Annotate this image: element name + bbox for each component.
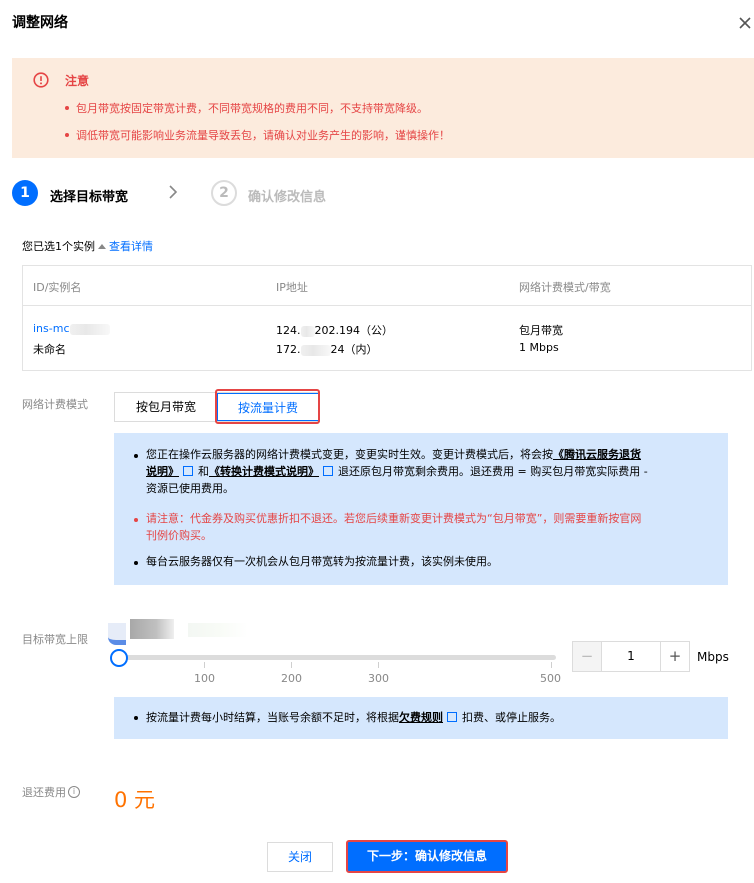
instance-table: ID/实例名 IP地址 网络计费模式/带宽 ins-mc 未命名 124. 202… bbox=[22, 265, 752, 371]
bandwidth-unit: Mbps bbox=[697, 650, 729, 664]
bandwidth-stepper: − 1 + bbox=[572, 641, 690, 672]
billing-mode-label: 网络计费模式 bbox=[22, 398, 88, 411]
column-header-id: ID/实例名 bbox=[33, 281, 82, 294]
decrement-button[interactable]: − bbox=[573, 642, 602, 671]
info-warning-line: 请注意：代金券及购买优惠折扣不退还。若您后续重新变更计费模式为“包月带宽”，则需… bbox=[146, 512, 642, 525]
refund-policy-link[interactable]: 《腾讯云服务退货 bbox=[553, 448, 641, 461]
notice-item: 调低带宽可能影响业务流量导致丢包，请确认对业务产生的影响，谨慎操作！ bbox=[65, 127, 450, 143]
slider-track[interactable] bbox=[118, 655, 556, 660]
highlight-frame bbox=[215, 389, 320, 424]
bandwidth-slider[interactable]: 100 200 300 500 bbox=[108, 615, 568, 695]
info-icon[interactable]: i bbox=[68, 786, 80, 798]
private-ip: 172. 24（内） bbox=[276, 343, 378, 356]
warning-icon bbox=[33, 72, 49, 88]
billing-mode-value: 包月带宽 bbox=[519, 324, 563, 337]
arrears-rules-link[interactable]: 欠费规则 bbox=[399, 711, 443, 724]
increment-button[interactable]: + bbox=[660, 642, 689, 671]
bandwidth-input[interactable]: 1 bbox=[602, 642, 660, 671]
info-line: 按流量计费每小时结算，当账号余额不足时，将根据欠费规则 扣费、或停止服务。 bbox=[146, 711, 561, 724]
bandwidth-label: 目标带宽上限 bbox=[22, 633, 88, 646]
refund-amount: 0 元 bbox=[114, 788, 156, 812]
step-label-1: 选择目标带宽 bbox=[50, 190, 129, 205]
view-details-link[interactable]: 查看详情 bbox=[109, 240, 153, 253]
info-line: 您正在操作云服务器的网络计费模式变更，变更实时生效。变更计费模式后，将会按《腾讯… bbox=[146, 448, 641, 461]
notice-item: 包月带宽按固定带宽计费，不同带宽规格的费用不同，不支持带宽降级。 bbox=[65, 100, 428, 116]
close-icon[interactable] bbox=[736, 14, 754, 32]
external-link-icon bbox=[447, 712, 457, 722]
dialog-title: 调整网络 bbox=[12, 15, 68, 31]
info-warning-line: 刊例价购买。 bbox=[146, 529, 212, 542]
column-header-billing: 网络计费模式/带宽 bbox=[519, 281, 611, 294]
public-ip: 124. 202.194（公） bbox=[276, 324, 393, 337]
refund-label: 退还费用 i bbox=[22, 784, 80, 800]
tick-label: 300 bbox=[368, 672, 389, 685]
step-number-1: 1 bbox=[12, 180, 38, 206]
billing-conversion-link[interactable]: 《转换计费模式说明》 bbox=[209, 465, 319, 478]
instance-id-link[interactable]: ins-mc bbox=[33, 322, 110, 335]
next-step-button[interactable]: 下一步：确认修改信息 bbox=[346, 840, 508, 873]
external-link-icon bbox=[323, 466, 333, 476]
step-indicator: 1 选择目标带宽 2 确认修改信息 bbox=[12, 178, 412, 208]
bandwidth-value: 1 Mbps bbox=[519, 341, 559, 354]
column-header-ip: IP地址 bbox=[276, 281, 308, 294]
external-link-icon bbox=[183, 466, 193, 476]
info-line: 说明》 和《转换计费模式说明》 退还原包月带宽剩余费用。退还费用 = 购买包月带宽实… bbox=[146, 465, 648, 478]
info-line: 每台云服务器仅有一次机会从包月带宽转为按流量计费，该实例未使用。 bbox=[146, 555, 498, 568]
notice-title: 注意 bbox=[65, 74, 90, 88]
instance-name: 未命名 bbox=[33, 343, 66, 356]
selected-instances: 您已选1个实例 查看详情 bbox=[22, 240, 153, 253]
info-line: 资源已使用费用。 bbox=[146, 482, 234, 495]
step-number-2: 2 bbox=[211, 180, 237, 206]
billing-info-box: 您正在操作云服务器的网络计费模式变更，变更实时生效。变更计费模式后，将会按《腾讯… bbox=[114, 433, 728, 585]
traffic-info-box: 按流量计费每小时结算，当账号余额不足时，将根据欠费规则 扣费、或停止服务。 bbox=[114, 697, 728, 739]
tick-label: 100 bbox=[194, 672, 215, 685]
close-button[interactable]: 关闭 bbox=[267, 842, 333, 872]
tick-label: 200 bbox=[281, 672, 302, 685]
step-label-2: 确认修改信息 bbox=[248, 190, 327, 205]
option-monthly-bandwidth[interactable]: 按包月带宽 bbox=[115, 393, 217, 421]
table-header: ID/实例名 IP地址 网络计费模式/带宽 bbox=[23, 266, 751, 306]
chevron-right-icon bbox=[169, 185, 178, 199]
slider-thumb[interactable] bbox=[110, 649, 128, 667]
warning-notice: 注意 包月带宽按固定带宽计费，不同带宽规格的费用不同，不支持带宽降级。 调低带宽… bbox=[12, 58, 754, 158]
tick-label: 500 bbox=[540, 672, 561, 685]
caret-up-icon bbox=[98, 243, 106, 249]
